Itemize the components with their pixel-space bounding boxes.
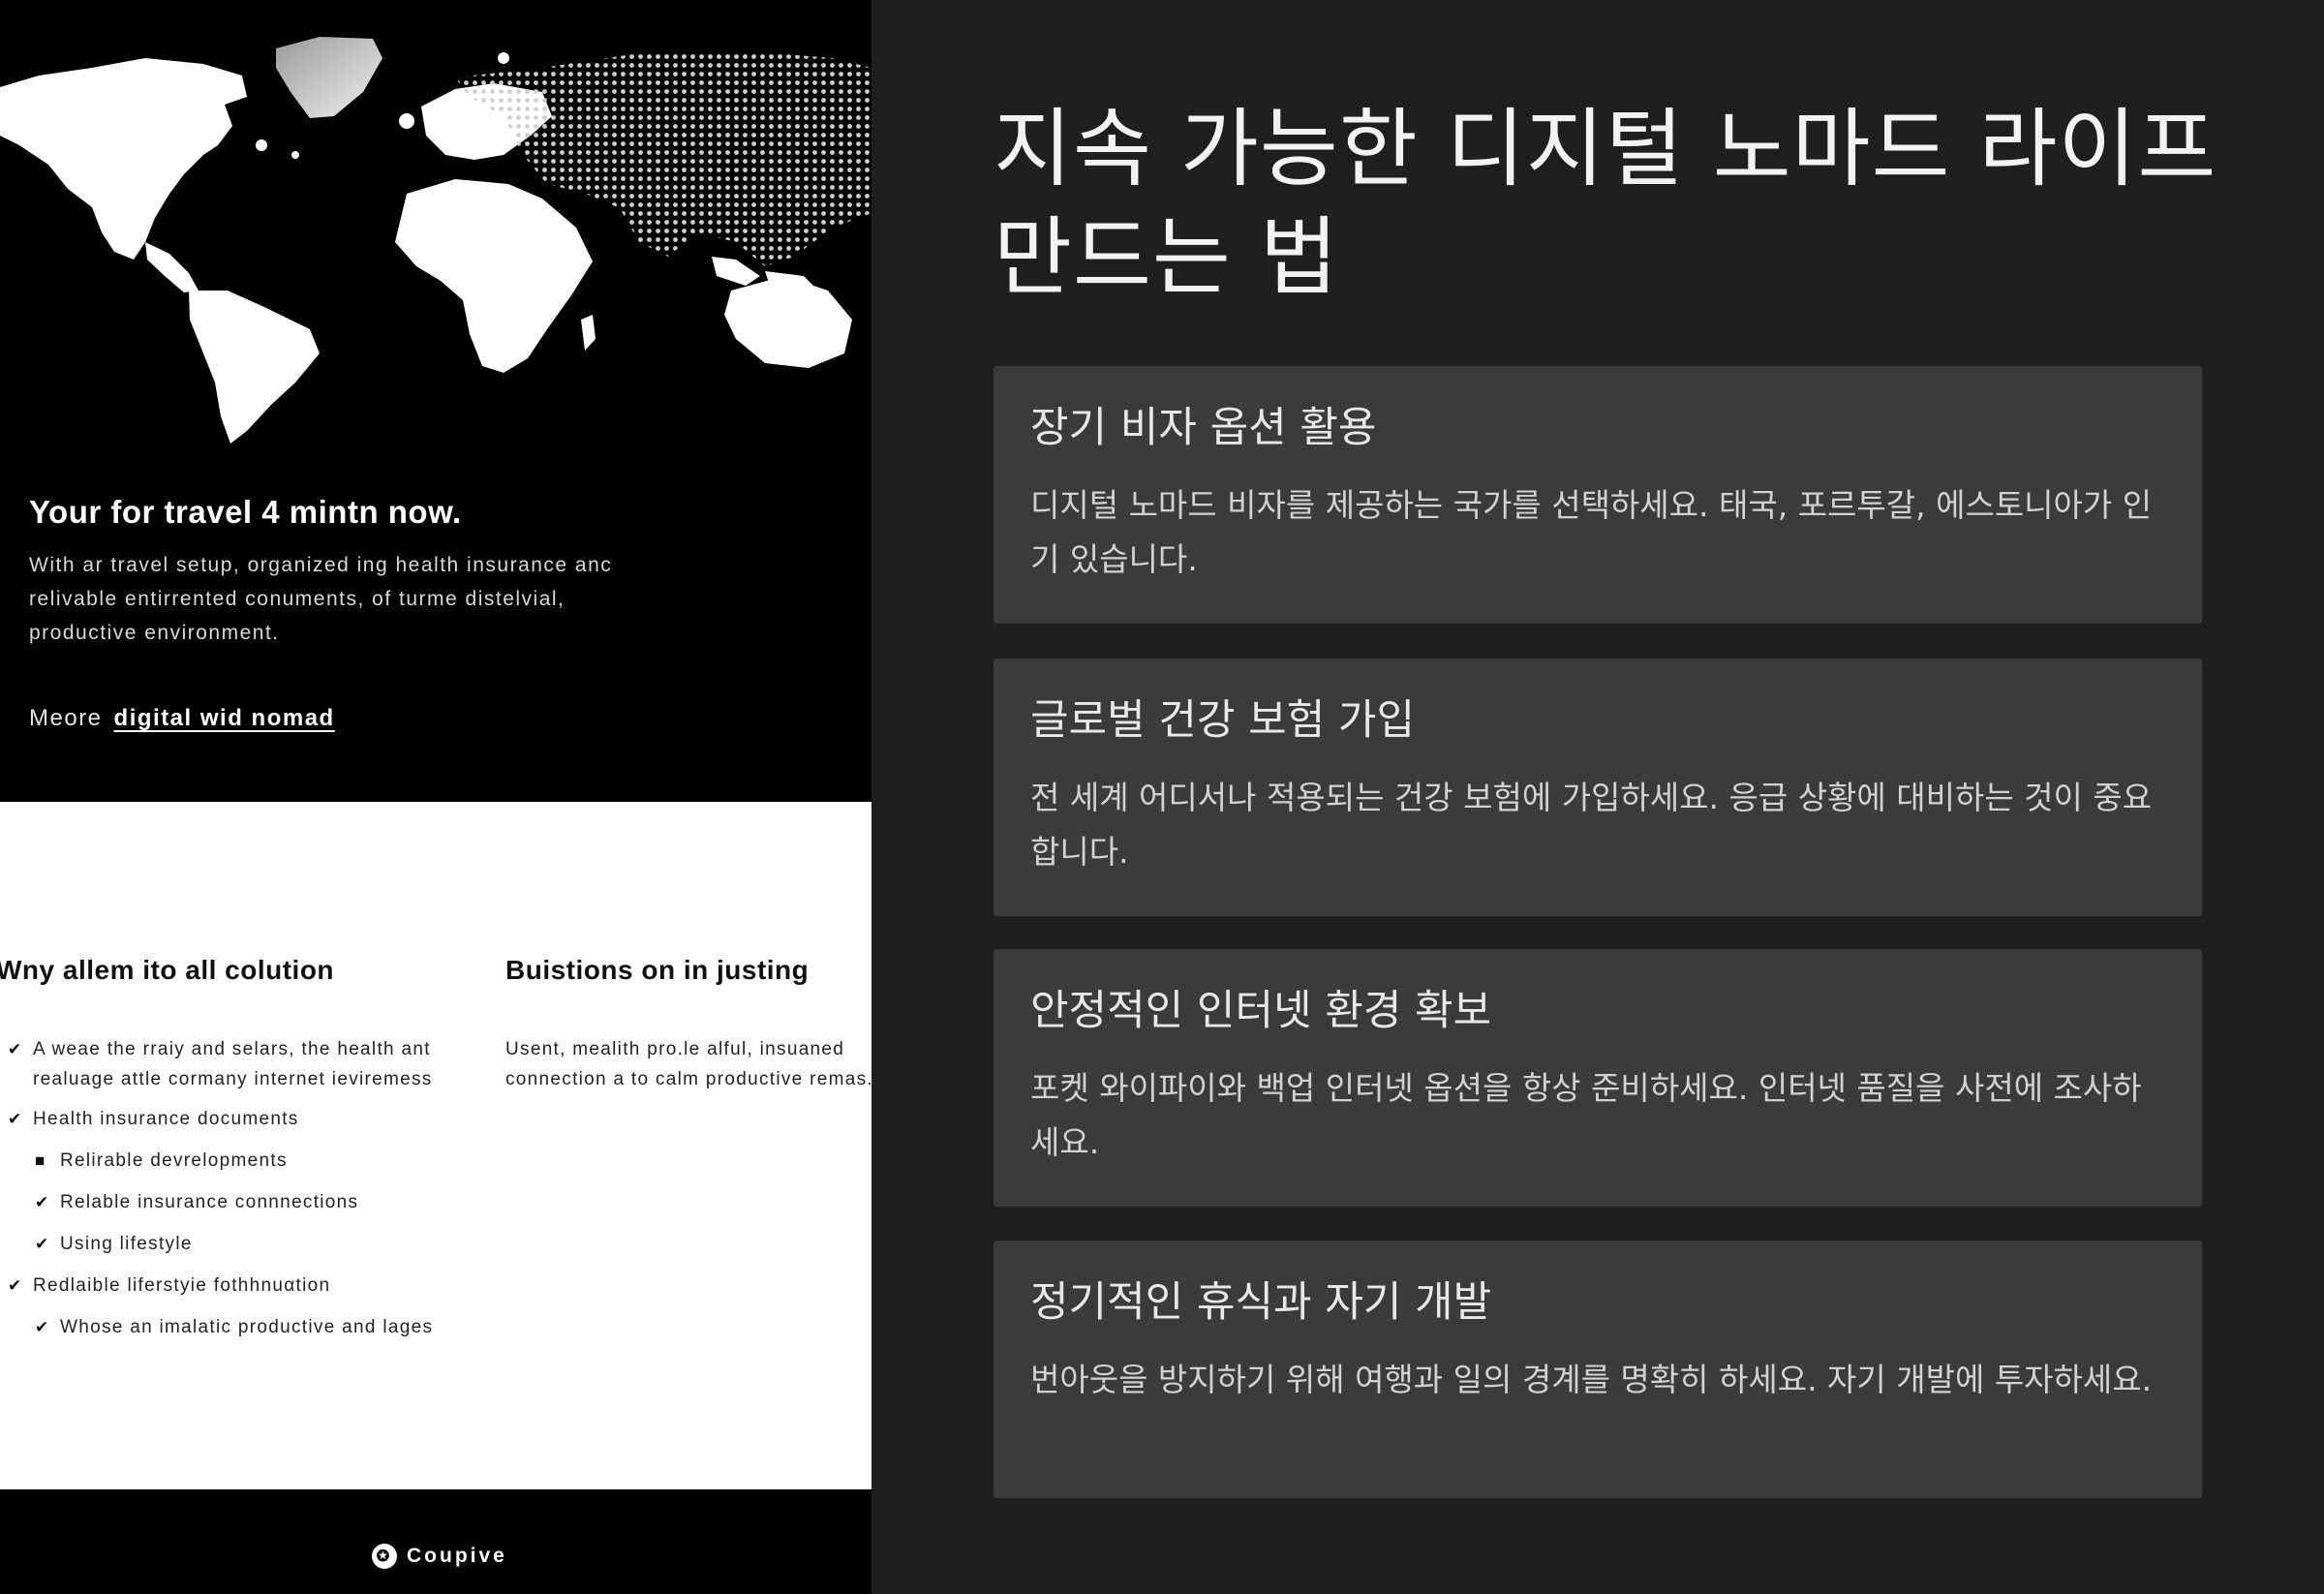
card-body: 포켓 와이파이와 백업 인터넷 옵션을 항상 준비하세요. 인터넷 품질을 사전… xyxy=(1030,1069,2142,1161)
column2-description: Usent, mealith pro.le alful, insuaned co… xyxy=(505,1039,872,1089)
compass-icon: ✪ xyxy=(372,1544,397,1569)
list-item-text: Relable insurance connnections xyxy=(60,1192,359,1212)
left-panel: Your for travel 4 mintn now. With ar tra… xyxy=(0,0,872,1594)
page-title: 지속 가능한 디지털 노마드 라이프 만드는 법 xyxy=(994,99,2217,307)
card-body: 번아웃을 방지하기 위해 여행과 일의 경계를 명확히 하세요. 자기 개발에 … xyxy=(1030,1361,2153,1398)
right-panel: 지속 가능한 디지털 노마드 라이프 만드는 법 장기 비자 옵션 활용 디지털… xyxy=(872,0,2324,1594)
check-icon: ✔ xyxy=(8,1276,23,1295)
digital-nomad-link[interactable]: digital wid nomad xyxy=(114,705,335,731)
list-item: ✔ Whose an imalatic productive and lages xyxy=(8,1312,463,1342)
list-item-text: Using lifestyle xyxy=(60,1234,193,1254)
check-icon: ✔ xyxy=(35,1318,50,1336)
hero-section: Your for travel 4 mintn now. With ar tra… xyxy=(0,0,872,802)
tip-card-rest: 정기적인 휴식과 자기 개발 번아웃을 방지하기 위해 여행과 일의 경계를 명… xyxy=(994,1241,2202,1498)
check-icon: ✔ xyxy=(35,1235,50,1253)
hero-more-row: Meore digital wid nomad xyxy=(29,705,335,732)
tip-card-internet: 안정적인 인터넷 환경 확보 포켓 와이파이와 백업 인터넷 옵션을 항상 준비… xyxy=(994,949,2202,1207)
more-prefix: Meore xyxy=(29,705,103,731)
list-item: ✔ Health insurance documents xyxy=(8,1104,463,1134)
footer xyxy=(0,1489,872,1594)
tip-card-insurance: 글로벌 건강 보험 가입 전 세계 어디서나 적용되는 건강 보험에 가입하세요… xyxy=(994,659,2202,916)
hero-title: Your for travel 4 mintn now. xyxy=(29,494,462,530)
card-title: 글로벌 건강 보험 가입 xyxy=(1030,696,1416,745)
list-item: ✔ Using lifestyle xyxy=(8,1229,463,1259)
content-section: Wny allem ito all colution ✔ A weae the r… xyxy=(0,802,872,1489)
list-item: ■ Relirable devrelopments xyxy=(8,1146,463,1176)
card-title: 안정적인 인터넷 환경 확보 xyxy=(1030,987,1492,1035)
check-icon: ✔ xyxy=(8,1040,23,1058)
column2-heading: Buistions on in justing xyxy=(505,955,810,985)
card-title: 정기적인 휴식과 자기 개발 xyxy=(1030,1278,1492,1327)
world-map-image xyxy=(0,37,872,444)
check-icon: ✔ xyxy=(35,1193,50,1211)
card-body: 전 세계 어디서나 적용되는 건강 보험에 가입하세요. 응급 상황에 대비하는… xyxy=(1030,779,2153,871)
hero-description: With ar travel setup, organized ing heal… xyxy=(29,554,613,644)
list-item: ✔ Relable insurance connnections xyxy=(8,1187,463,1217)
tip-card-visa: 장기 비자 옵션 활용 디지털 노마드 비자를 제공하는 국가를 선택하세요. … xyxy=(994,366,2202,624)
list-item: ✔ Redlaible liferstyie fothhnuαtion xyxy=(8,1271,463,1301)
list-item-text: A weae the rraiy and selars, the health … xyxy=(33,1039,433,1089)
list-item-text: Relirable devrelopments xyxy=(60,1150,288,1171)
column1-heading: Wny allem ito all colution xyxy=(0,955,335,985)
list-item-text: Redlaible liferstyie fothhnuαtion xyxy=(33,1275,331,1296)
brand-name: Coupive xyxy=(407,1545,507,1567)
card-body: 디지털 노마드 비자를 제공하는 국가를 선택하세요. 태국, 포르투갈, 에스… xyxy=(1030,486,2153,578)
list-item-text: Health insurance documents xyxy=(33,1109,299,1129)
list-item: ✔ A weae the rraiy and selars, the health… xyxy=(8,1034,463,1094)
card-title: 장기 비자 옵션 활용 xyxy=(1030,404,1377,452)
square-bullet-icon: ■ xyxy=(35,1151,46,1170)
footer-brand[interactable]: ✪ Coupive xyxy=(372,1544,507,1569)
column1-list: ✔ A weae the rraiy and selars, the health… xyxy=(8,1034,463,1342)
list-item-text: Whose an imalatic productive and lages xyxy=(60,1317,434,1337)
check-icon: ✔ xyxy=(8,1110,23,1128)
